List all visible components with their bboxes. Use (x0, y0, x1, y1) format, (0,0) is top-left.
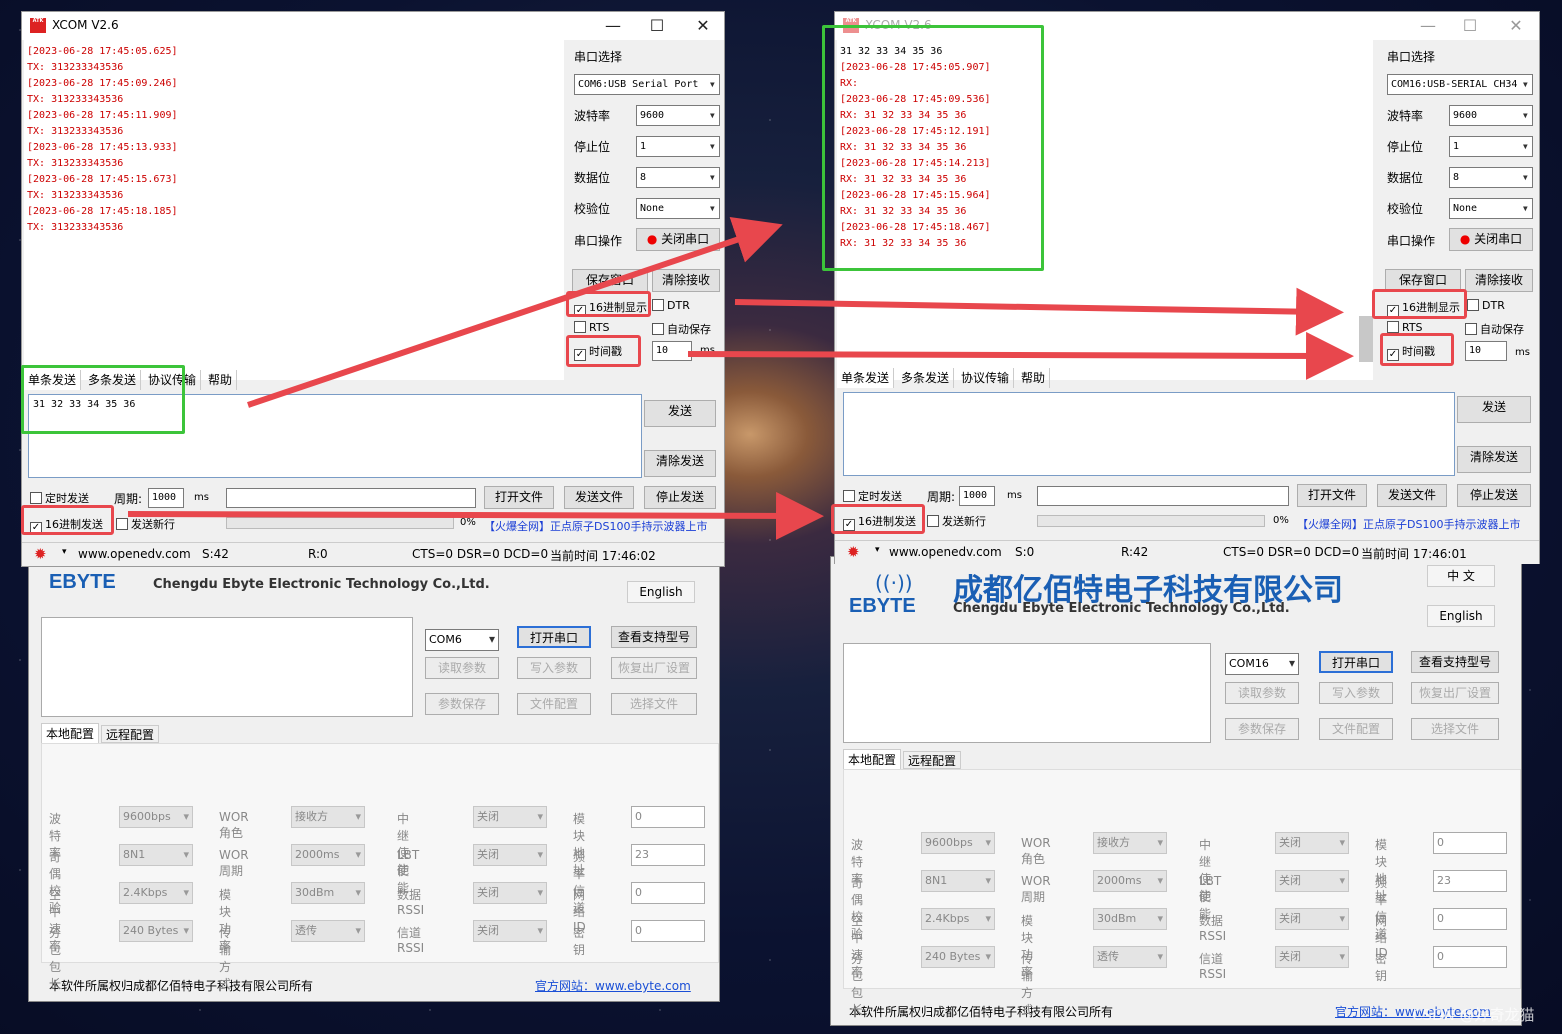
arrow-hex-send (127, 491, 824, 540)
arrow-hex-display (734, 287, 1344, 336)
watermark: CSDN @好奇龙猫 (1412, 1006, 1535, 1024)
arrow-send-to-receive (247, 216, 783, 408)
annotation-arrows (127, 216, 1354, 540)
arrow-timestamp (687, 331, 1354, 380)
